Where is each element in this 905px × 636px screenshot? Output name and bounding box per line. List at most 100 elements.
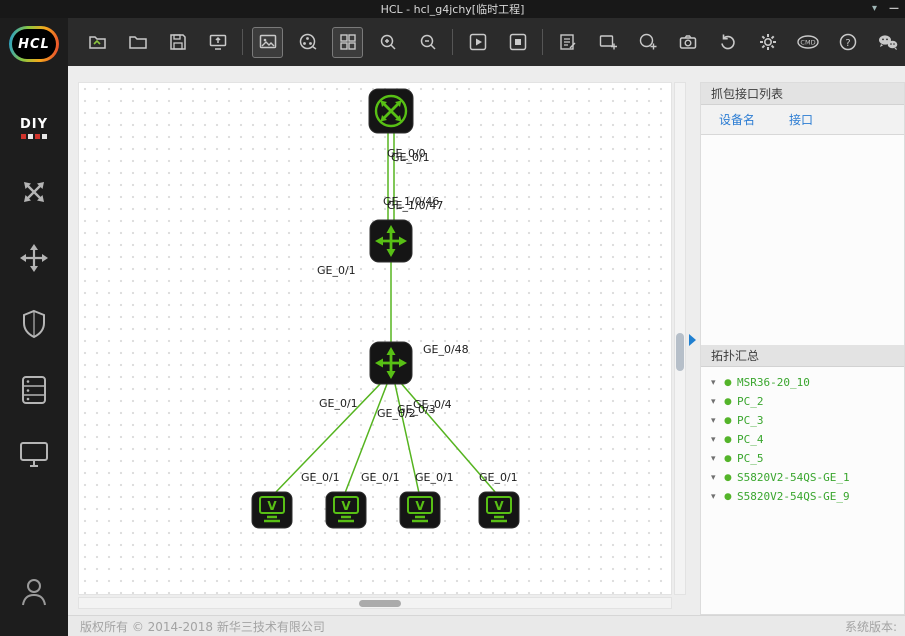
horizontal-scrollbar[interactable] (78, 597, 672, 609)
device-pc-4[interactable]: V (399, 491, 441, 532)
tree-collapse-icon[interactable]: ▾ (711, 473, 724, 483)
toolbar-separator (542, 29, 543, 55)
cmd-icon: CMD (796, 35, 819, 49)
open-folder-button[interactable] (122, 27, 153, 58)
zoom-in-icon (380, 34, 396, 50)
sidebar-item-security[interactable] (0, 302, 68, 346)
sidebar-item-topology[interactable] (0, 170, 68, 214)
add-oval-button[interactable] (632, 27, 663, 58)
gear-icon (759, 34, 776, 50)
tree-collapse-icon[interactable]: ▾ (711, 454, 724, 464)
tree-item-pc-2[interactable]: ▾ ● PC_2 (701, 392, 904, 411)
sidebar-item-server[interactable] (0, 368, 68, 412)
undo-arrow-icon (720, 34, 735, 50)
status-bar: 版权所有 © 2014-2018 新华三技术有限公司 系统版本: (68, 615, 905, 636)
sidebar-item-terminal[interactable] (0, 432, 68, 476)
sidebar-item-diy[interactable]: DIY (0, 106, 68, 150)
pc-glyph: V (267, 499, 277, 513)
tree-item-label: PC_5 (737, 452, 764, 465)
tree-item-msr36-20-10[interactable]: ▾ ● MSR36-20_10 (701, 373, 904, 392)
capture-list-header: 抓包接口列表 (701, 83, 904, 105)
open-project-button[interactable] (82, 27, 113, 58)
pc-glyph: V (494, 499, 504, 513)
zoom-out-icon (420, 34, 436, 50)
add-circle-icon (639, 33, 656, 50)
packet-reel-button[interactable] (292, 27, 323, 58)
tree-collapse-icon[interactable]: ▾ (711, 416, 724, 426)
tree-collapse-icon[interactable]: ▾ (711, 435, 724, 445)
start-all-button[interactable] (462, 27, 493, 58)
tree-item-s5820-1[interactable]: ▾ ● S5820V2-54QS-GE_1 (701, 468, 904, 487)
snapshot-button[interactable] (672, 27, 703, 58)
tree-item-label: PC_3 (737, 414, 764, 427)
port-label: GE_0/4 (413, 398, 452, 411)
grid-icon (339, 34, 356, 50)
grid-view-button[interactable] (332, 26, 363, 58)
cli-button[interactable]: CMD (792, 27, 823, 58)
port-label: GE_0/1 (391, 151, 430, 164)
minimize-icon[interactable]: — (889, 0, 899, 18)
device-status-dot: ● (724, 453, 732, 464)
column-device-name[interactable]: 设备名 (701, 111, 789, 128)
save-button[interactable] (162, 27, 193, 58)
topology-canvas[interactable]: V V V V GE_0/0 GE_0/1 GE_1/0/46 GE_1/0/4… (78, 82, 672, 595)
zoom-out-button[interactable] (412, 27, 443, 58)
zoom-in-button[interactable] (372, 27, 403, 58)
tree-item-pc-3[interactable]: ▾ ● PC_3 (701, 411, 904, 430)
monitor-icon (20, 441, 48, 467)
panel-collapse-handle[interactable] (689, 334, 696, 346)
reset-button[interactable] (712, 27, 743, 58)
topology-links (274, 133, 497, 494)
device-pc-3[interactable]: V (325, 491, 367, 532)
switch-icon (369, 341, 413, 385)
camera-icon (679, 35, 696, 49)
topology-summary-tree: ▾ ● MSR36-20_10 ▾ ● PC_2 ▾ ● PC_3 ▾ ● PC… (701, 367, 904, 614)
help-button[interactable]: ? (832, 27, 863, 58)
wechat-button[interactable] (872, 27, 903, 58)
tree-item-pc-4[interactable]: ▾ ● PC_4 (701, 430, 904, 449)
switch-icon (369, 219, 413, 263)
column-interface[interactable]: 接口 (789, 111, 813, 128)
tree-item-label: S5820V2-54QS-GE_1 (737, 471, 850, 484)
tree-item-s5820-9[interactable]: ▾ ● S5820V2-54QS-GE_9 (701, 487, 904, 506)
export-icon (209, 34, 226, 50)
device-pc-5[interactable]: V (478, 491, 520, 532)
toolbar-separator (242, 29, 243, 55)
open-project-icon (88, 36, 106, 49)
tree-collapse-icon[interactable]: ▾ (711, 397, 724, 407)
tree-item-pc-5[interactable]: ▾ ● PC_5 (701, 449, 904, 468)
tree-item-label: PC_4 (737, 433, 764, 446)
sidebar-item-user[interactable] (0, 570, 68, 614)
pc-icon: V (251, 491, 293, 529)
diy-dots-icon (21, 134, 47, 139)
workspace: V V V V GE_0/0 GE_0/1 GE_1/0/46 GE_1/0/4… (68, 66, 905, 615)
image-view-button[interactable] (252, 26, 283, 58)
collapse-toolbar-icon[interactable]: ▾ (872, 0, 877, 18)
tree-collapse-icon[interactable]: ▾ (711, 378, 724, 388)
port-label: GE_0/1 (361, 471, 400, 484)
settings-button[interactable] (752, 27, 783, 58)
device-router-msr36-20[interactable] (368, 88, 414, 137)
cmd-label: CMD (800, 39, 815, 47)
export-button[interactable] (202, 27, 233, 58)
device-list-button[interactable] (552, 27, 583, 58)
device-pc-2[interactable]: V (251, 491, 293, 532)
stop-all-button[interactable] (502, 27, 533, 58)
topology-summary-header: 拓扑汇总 (701, 345, 904, 367)
vertical-scrollbar[interactable] (674, 82, 686, 595)
port-label: GE_0/1 (415, 471, 454, 484)
wechat-icon (878, 35, 897, 50)
vertical-scroll-thumb[interactable] (676, 333, 684, 371)
sidebar-item-switch[interactable] (0, 236, 68, 280)
horizontal-scroll-thumb[interactable] (359, 600, 401, 607)
tree-collapse-icon[interactable]: ▾ (711, 492, 724, 502)
device-status-dot: ● (724, 472, 732, 483)
user-icon (22, 579, 46, 606)
capture-list-body[interactable] (701, 135, 904, 345)
add-note-button[interactable] (592, 27, 623, 58)
system-version-text: 系统版本: (844, 619, 897, 634)
diy-icon: DIY (19, 117, 49, 132)
device-status-dot: ● (724, 377, 732, 388)
device-switch-s5820-1[interactable] (369, 219, 413, 266)
device-switch-s5820-9[interactable] (369, 341, 413, 388)
